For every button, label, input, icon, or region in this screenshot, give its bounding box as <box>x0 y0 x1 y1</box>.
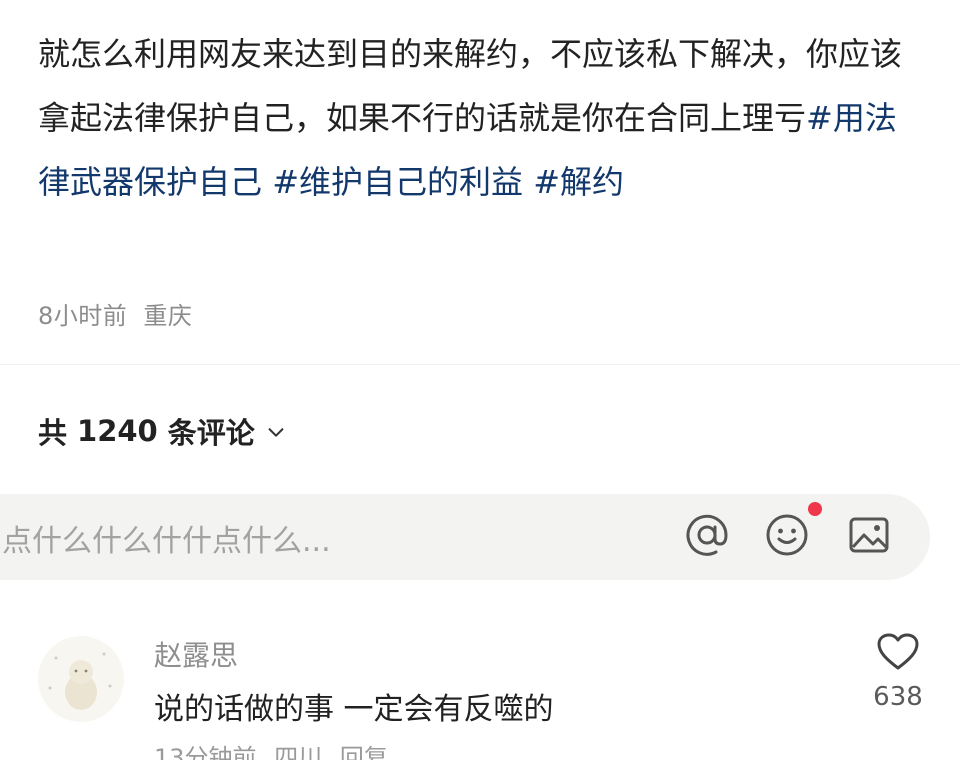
post-detail-page: 就怎么利用网友来达到目的来解约，不应该私下解决，你应该拿起法律保护自己，如果不行… <box>0 0 960 760</box>
emoji-icon[interactable] <box>762 510 812 560</box>
heart-icon <box>877 633 919 670</box>
notification-dot <box>808 502 822 516</box>
comment-count-sort-button[interactable]: 共 1240 条评论 <box>38 410 287 452</box>
divider <box>0 364 960 365</box>
post-meta: 8小时前 重庆 <box>38 296 192 331</box>
reply-button[interactable]: 回复 <box>340 744 388 760</box>
post-time: 8小时前 <box>38 302 128 330</box>
comment-time: 13分钟前 <box>154 744 257 760</box>
at-mention-icon[interactable] <box>682 510 732 560</box>
like-button[interactable]: 638 <box>866 632 930 712</box>
avatar[interactable] <box>38 636 124 722</box>
post-body: 就怎么利用网友来达到目的来解约，不应该私下解决，你应该拿起法律保护自己，如果不行… <box>38 22 928 214</box>
comment-meta: 13分钟前 四川 回复 <box>154 738 388 760</box>
post-location: 重庆 <box>143 302 193 330</box>
post-text: 就怎么利用网友来达到目的来解约，不应该私下解决，你应该拿起法律保护自己，如果不行… <box>38 35 903 137</box>
comment-count-number: 1240 <box>77 414 158 448</box>
hashtag-link[interactable]: #维护自己的利益 <box>272 163 523 201</box>
hashtag-link[interactable]: #解约 <box>533 163 624 201</box>
comment-location: 四川 <box>274 744 323 760</box>
comment-input[interactable]: 点什么什么什什点什么... <box>2 516 331 560</box>
like-count: 638 <box>873 682 923 712</box>
comment-count-prefix: 共 <box>38 416 68 450</box>
comment-username[interactable]: 赵露思 <box>154 634 238 674</box>
comment-count-suffix: 条评论 <box>167 416 255 450</box>
comment-text: 说的话做的事 一定会有反噬的 <box>154 692 554 727</box>
chevron-down-icon <box>268 428 284 437</box>
image-icon[interactable] <box>844 510 894 560</box>
comment-input-bar[interactable]: 点什么什么什什点什么... <box>0 494 930 580</box>
post-text <box>262 163 272 201</box>
post-text <box>523 163 533 201</box>
